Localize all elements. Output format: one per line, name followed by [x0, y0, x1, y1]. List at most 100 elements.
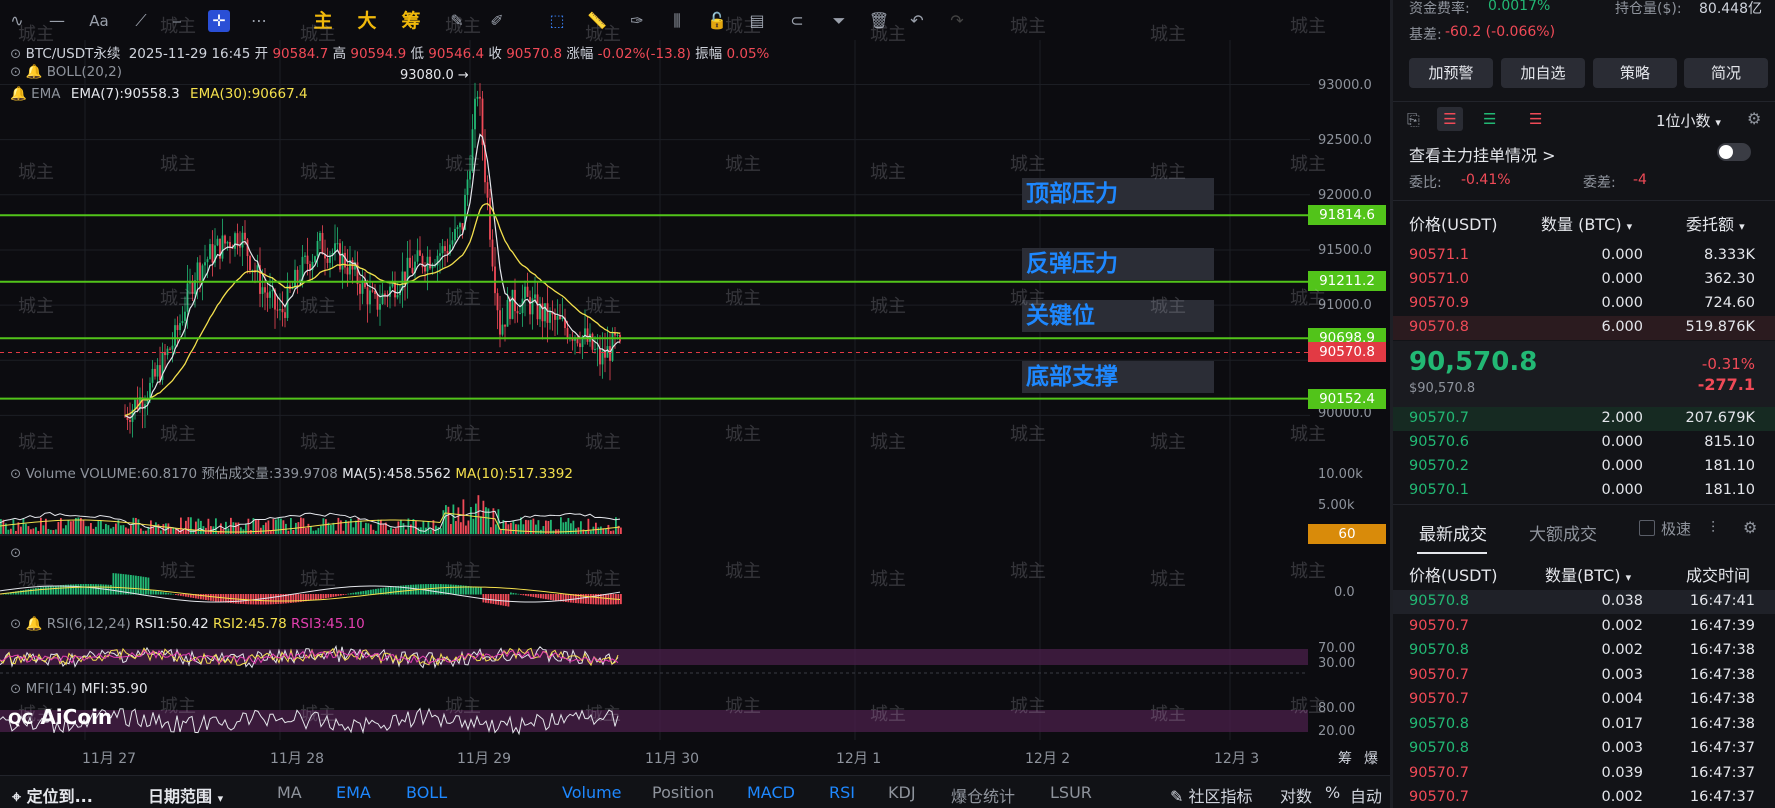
- collapse-icon[interactable]: ⊙: [10, 681, 21, 697]
- locate-button[interactable]: ⌖ 定位到...: [12, 783, 93, 807]
- indicator-position-button[interactable]: Position: [652, 783, 714, 802]
- collapse-icon[interactable]: ⊙: [10, 616, 21, 632]
- bell-icon[interactable]: 🔔: [10, 86, 27, 102]
- watermark-text: 城主: [1010, 154, 1046, 175]
- percent-scale-toggle[interactable]: %: [1325, 783, 1340, 802]
- macd-bar: [395, 586, 397, 595]
- ema7-value: EMA(7):90558.3: [70, 86, 180, 102]
- macd-bar: [325, 594, 327, 599]
- date-range-button[interactable]: 日期范围 ▾: [148, 783, 223, 807]
- bid-row[interactable]: 90570.7 2.000 207.679K: [1393, 407, 1775, 431]
- volume-bar: [272, 518, 275, 534]
- tab-large-trades[interactable]: 大额成交: [1529, 520, 1597, 545]
- collapse-icon[interactable]: ⊙: [10, 466, 21, 482]
- indicator-volume-button[interactable]: Volume: [562, 783, 622, 802]
- decimal-select[interactable]: 1位小数 ▾: [1656, 110, 1721, 131]
- indicator-liquidation-button[interactable]: 爆仓统计: [951, 783, 1015, 807]
- ask-row[interactable]: 90570.8 6.000 519.876K: [1393, 316, 1775, 340]
- collapse-icon[interactable]: ⊙: [10, 545, 21, 561]
- orderbook-asks-icon[interactable]: ☰: [1529, 110, 1542, 128]
- trade-settings-icon[interactable]: ⚙: [1743, 518, 1757, 537]
- strategy-button[interactable]: 策略: [1593, 58, 1677, 88]
- candle-body: [369, 290, 371, 305]
- indicator-ma-button[interactable]: MA: [277, 783, 302, 802]
- row-qty: 0.002: [1601, 642, 1643, 658]
- fast-mode-checkbox[interactable]: [1639, 520, 1655, 536]
- bell-icon[interactable]: 🔔: [26, 616, 43, 632]
- chip-corner-button[interactable]: 筹: [1338, 748, 1352, 768]
- ema-label[interactable]: EMA: [31, 86, 60, 102]
- main-orders-link[interactable]: 查看主力挂单情况 >: [1409, 142, 1556, 166]
- trade-row[interactable]: 90570.8 0.003 16:47:37: [1393, 737, 1775, 761]
- candle-body: [346, 267, 349, 275]
- watermark-text: 城主: [1010, 696, 1046, 717]
- ask-row[interactable]: 90571.1 0.000 8.333K: [1393, 244, 1775, 268]
- volume-bar: [397, 521, 400, 534]
- trade-col-qty[interactable]: 数量(BTC) ▾: [1545, 562, 1631, 586]
- bid-row[interactable]: 90570.6 0.000 815.10: [1393, 431, 1775, 455]
- weibi-value: -0.41%: [1461, 172, 1511, 188]
- macd-bar: [322, 594, 325, 599]
- volume-bar: [405, 529, 407, 534]
- boll-label[interactable]: BOLL(20,2): [47, 64, 122, 80]
- trade-row[interactable]: 90570.7 0.039 16:47:37: [1393, 762, 1775, 786]
- trade-row[interactable]: 90570.7 0.002 16:47:37: [1393, 786, 1775, 808]
- indicator-kdj-button[interactable]: KDJ: [888, 783, 916, 802]
- ask-row[interactable]: 90571.0 0.000 362.30: [1393, 268, 1775, 292]
- trade-filter-icon[interactable]: ⫶: [1711, 518, 1715, 538]
- row-price: 90570.2: [1409, 458, 1469, 474]
- community-indicator-button[interactable]: ✎ 社区指标: [1170, 783, 1253, 807]
- orderbook-bids-icon[interactable]: ☰: [1483, 110, 1496, 128]
- trade-row[interactable]: 90570.7 0.004 16:47:38: [1393, 688, 1775, 712]
- indicator-lsur-button[interactable]: LSUR: [1050, 783, 1092, 802]
- orderbook-both-icon[interactable]: ☰: [1437, 107, 1463, 131]
- macd-bar: [360, 591, 362, 595]
- macd-bar: [520, 594, 522, 595]
- macd-bar: [487, 594, 490, 604]
- settings-icon[interactable]: ⚙: [1747, 109, 1761, 128]
- volume-bar: [325, 519, 327, 534]
- col-qty-header[interactable]: 数量 (BTC) ▾: [1541, 211, 1632, 235]
- col-total-header[interactable]: 委托额 ▾: [1686, 211, 1745, 235]
- collapse-icon[interactable]: ⊙: [10, 64, 21, 80]
- trade-row[interactable]: 90570.7 0.002 16:47:39: [1393, 615, 1775, 639]
- bell-icon[interactable]: 🔔: [26, 64, 43, 80]
- main-orders-toggle[interactable]: [1717, 143, 1751, 161]
- candle-body: [336, 243, 339, 245]
- trade-row[interactable]: 90570.8 0.002 16:47:38: [1393, 639, 1775, 663]
- macd-bar: [405, 585, 407, 595]
- indicator-boll-button[interactable]: BOLL: [406, 783, 447, 802]
- macd-bar: [402, 585, 405, 595]
- mfi-label[interactable]: MFI(14): [26, 681, 77, 697]
- macd-bar: [177, 594, 180, 596]
- trade-row[interactable]: 90570.7 0.003 16:47:38: [1393, 664, 1775, 688]
- orderbook-mode-icon[interactable]: ⎘: [1407, 110, 1420, 130]
- macd-bar: [95, 584, 97, 595]
- rsi-label[interactable]: RSI(6,12,24): [47, 616, 131, 632]
- add-alert-button[interactable]: 加预警: [1409, 58, 1493, 88]
- watermark-text: 城主: [870, 704, 906, 725]
- open-label: 开: [254, 46, 269, 62]
- add-watchlist-button[interactable]: 加自选: [1501, 58, 1585, 88]
- macd-bar: [502, 594, 505, 606]
- indicator-macd-button[interactable]: MACD: [747, 783, 795, 802]
- bid-row[interactable]: 90570.1 0.000 181.10: [1393, 479, 1775, 503]
- trade-row[interactable]: 90570.8 0.038 16:47:41: [1393, 590, 1775, 614]
- candle-body: [529, 296, 531, 315]
- volume-label[interactable]: Volume: [26, 466, 76, 482]
- chart-area[interactable]: ∿ — Aa ⟋ ⎯ ✛ ⋯ 主 大 筹 ✎ ✐ ⬚ 📏 ✑ ⫼ 🔓 ▤ ⊂ ⏷…: [0, 0, 1390, 808]
- ask-row[interactable]: 90570.9 0.000 724.60: [1393, 292, 1775, 316]
- log-scale-toggle[interactable]: 对数: [1280, 783, 1312, 807]
- level-label-rebound-resistance[interactable]: 反弹压力: [1022, 248, 1214, 280]
- volume-bar: [50, 529, 52, 534]
- collapse-icon[interactable]: ⊙: [10, 46, 21, 62]
- tab-latest-trades[interactable]: 最新成交: [1419, 520, 1487, 545]
- bid-row[interactable]: 90570.2 0.000 181.10: [1393, 455, 1775, 479]
- level-label-bottom-support[interactable]: 底部支撑: [1022, 361, 1214, 393]
- liquidation-corner-button[interactable]: 爆: [1364, 748, 1378, 768]
- trade-row[interactable]: 90570.8 0.017 16:47:38: [1393, 713, 1775, 737]
- indicator-ema-button[interactable]: EMA: [336, 783, 371, 802]
- overview-button[interactable]: 简况: [1684, 58, 1768, 88]
- auto-scale-toggle[interactable]: 自动: [1350, 783, 1382, 807]
- indicator-rsi-button[interactable]: RSI: [829, 783, 855, 802]
